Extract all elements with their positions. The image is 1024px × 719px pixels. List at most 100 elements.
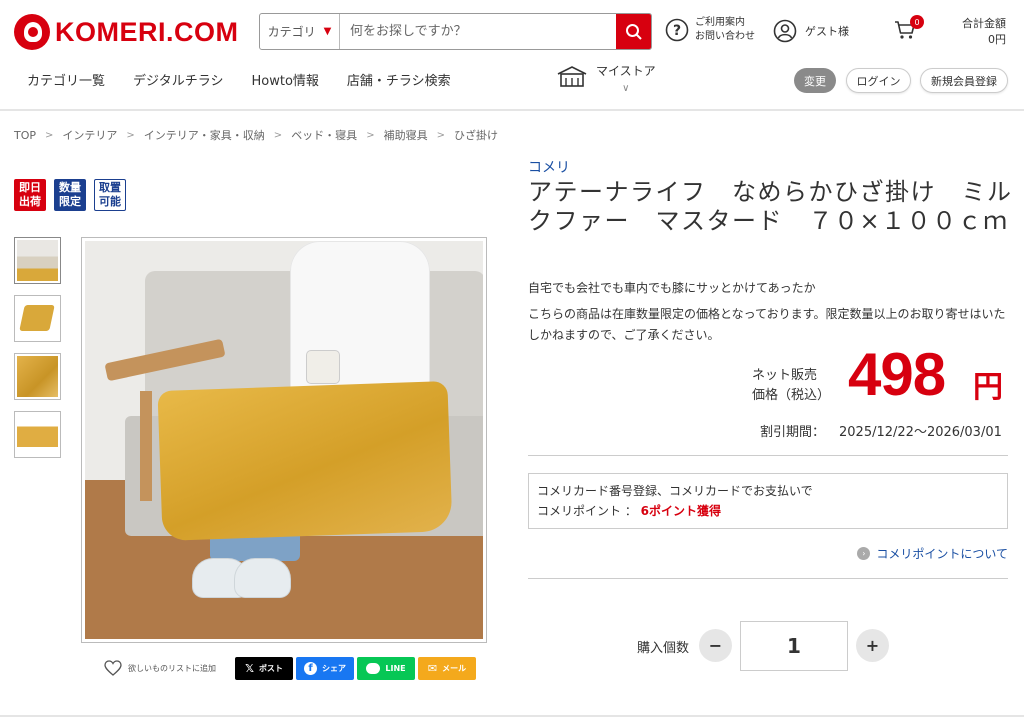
line-icon [366,663,381,674]
badge-text: 可能 [99,195,121,208]
help-line1: ご利用案内 [695,17,745,28]
store-icon [557,66,587,87]
discount-label: 割引期間： [760,425,826,440]
breadcrumb-item[interactable]: インテリア [62,127,117,143]
points-about-label: コメリポイントについて [876,547,1008,561]
change-store-button[interactable]: 変更 [794,68,836,93]
badge-limited-quantity: 数量 限定 [54,179,86,211]
points-label: コメリポイント ： [537,504,641,518]
nav-item-howto[interactable]: Howto情報 [252,70,319,89]
quantity-increase-button[interactable]: + [856,629,889,662]
share-x-button[interactable]: 𝕏 ポスト [235,657,293,680]
breadcrumb-item[interactable]: ベッド・寝具 [291,127,357,143]
badge-text: 取置 [99,181,121,194]
thumbnail-image[interactable] [14,295,61,342]
quantity-decrease-button[interactable]: − [699,629,732,662]
share-label: シェア [322,664,346,673]
user-icon [773,19,797,43]
badge-text: 限定 [59,195,81,208]
breadcrumb-item[interactable]: TOP [14,129,36,142]
main-nav: カテゴリ一覧 デジタルチラシ Howto情報 店舗・チラシ検索 [27,70,479,89]
share-label: メール [442,664,467,673]
nav-item-categories[interactable]: カテゴリ一覧 [27,70,105,89]
logo-text: KOMERI.COM [55,16,239,47]
thumbnail-list [14,237,61,458]
thumbnail-image[interactable] [14,353,61,400]
cart-button[interactable]: 0 [894,15,924,44]
chevron-right-icon: > [126,129,135,141]
price-label-line: ネット販売 [752,368,818,383]
divider [0,715,1024,717]
main-product-image[interactable] [81,237,487,643]
cart-total: 合計金額 0円 [962,16,1006,48]
header-divider [0,109,1024,111]
svg-text:?: ? [673,23,681,39]
thumbnail-image[interactable] [14,237,61,284]
share-mail-button[interactable]: ✉ メール [418,657,476,680]
help-link[interactable]: ? ご利用案内 お問い合わせ [665,16,755,44]
product-catchcopy: 自宅でも会社でも車内でも膝にサッとかけてあったか [528,281,816,295]
search-input[interactable] [340,14,616,49]
search-icon [625,23,642,40]
account-link[interactable]: ゲスト様 [773,19,849,43]
price-unit: 円 [973,370,1003,405]
breadcrumb-item[interactable]: インテリア・家具・収納 [144,127,265,143]
add-to-wishlist-button[interactable]: 欲しいものリストに追加 [104,660,216,676]
nav-item-digital-flyer[interactable]: デジタルチラシ [133,70,223,89]
breadcrumb-item[interactable]: ひざ掛け [454,127,498,143]
search-category-select[interactable]: カテゴリ ▼ [260,14,340,49]
komeri-logo[interactable]: KOMERI.COM [14,14,239,50]
search-button[interactable] [616,14,651,49]
quantity-input[interactable]: 1 [740,621,848,671]
points-line1: コメリカード番号登録、コメリカードでお支払いで [537,484,813,498]
price-label: ネット販売 価格（税込） [752,366,830,406]
chevron-right-icon: > [273,129,283,141]
chevron-down-icon: ▼ [323,26,332,37]
x-logo-icon: 𝕏 [245,662,254,675]
guest-label: ゲスト様 [805,25,849,38]
badge-store-pickup: 取置 可能 [94,179,126,211]
search-category-label: カテゴリ [267,25,316,39]
discount-period-value: 2025/12/22～2026/03/01 [839,425,1002,440]
badge-text: 数量 [59,181,81,194]
login-button[interactable]: ログイン [846,68,911,93]
divider [528,455,1008,456]
mystore-dropdown[interactable]: マイストア ∨ [556,64,656,96]
heart-icon [104,660,122,676]
points-about-link[interactable]: › コメリポイントについて [857,545,1008,562]
product-photo [85,241,483,639]
chevron-down-icon: ∨ [622,83,630,94]
points-info-box: コメリカード番号登録、コメリカードでお支払いで コメリポイント ： 6ポイント獲… [528,473,1008,529]
share-facebook-button[interactable]: f シェア [296,657,354,680]
chevron-right-icon: > [45,129,54,141]
register-button[interactable]: 新規会員登録 [920,68,1008,93]
share-line-button[interactable]: LINE [357,657,415,680]
question-circle-icon: ? [665,18,689,42]
mystore-label: マイストア [596,64,656,78]
total-label: 合計金額 [962,17,1006,30]
product-badges: 即日 出荷 数量 限定 取置 可能 [14,179,126,211]
badge-text: 出荷 [19,195,41,208]
mail-icon: ✉ [427,662,438,675]
rooster-logo-icon [14,14,50,50]
points-value: 6ポイント獲得 [640,504,721,518]
thumbnail-image[interactable] [14,411,61,458]
quantity-label: 購入個数 [637,641,690,656]
product-brand-link[interactable]: コメリ [528,157,570,177]
help-line2: お問い合わせ [695,31,755,42]
chevron-right-icon: › [857,547,871,560]
badge-text: 即日 [19,181,41,194]
search-bar: カテゴリ ▼ [259,13,652,50]
breadcrumb: TOP > インテリア > インテリア・家具・収納 > ベッド・寝具 > 補助寝具 > ひ… [14,127,498,143]
discount-period: 割引期間： 2025/12/22～2026/03/01 [760,421,1002,440]
price-label-line: 価格（税込） [752,388,831,403]
wishlist-label: 欲しいものリストに追加 [128,663,216,673]
chevron-right-icon: > [366,129,375,141]
product-title: アテーナライフ なめらかひざ掛け ミルクファー マスタード ７０×１００ｃｍ [528,178,1013,235]
facebook-icon: f [304,662,317,675]
divider [528,578,1008,579]
breadcrumb-item[interactable]: 補助寝具 [384,127,428,143]
share-label: LINE [385,664,406,673]
nav-item-store-search[interactable]: 店舗・チラシ検索 [347,70,451,89]
product-price: 498 [848,341,946,408]
